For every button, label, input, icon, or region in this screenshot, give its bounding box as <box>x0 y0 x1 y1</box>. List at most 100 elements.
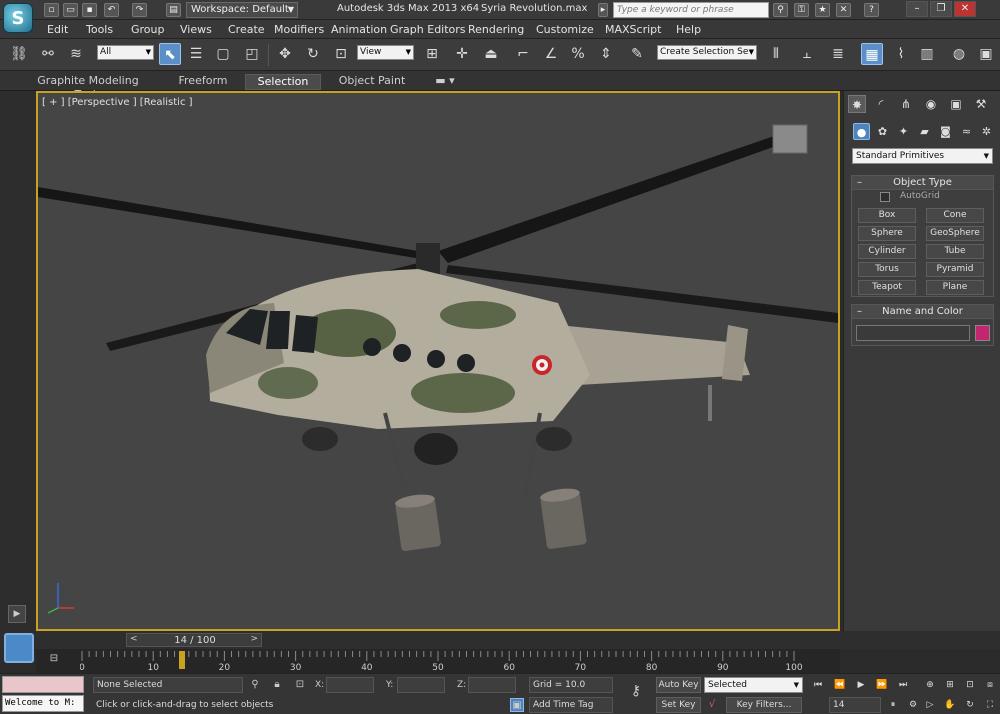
create-tab-icon[interactable]: ✸ <box>848 95 866 113</box>
object-name-field[interactable] <box>856 325 970 341</box>
key-mode-toggle-icon[interactable]: ⏸ <box>885 697 901 713</box>
binoculars-icon[interactable]: ⚲ <box>773 3 788 17</box>
zoom-icon[interactable]: ⊕ <box>922 677 938 693</box>
select-link-icon[interactable]: ⛓ <box>8 43 30 65</box>
curve-editor-icon[interactable]: ⌇ <box>890 43 912 65</box>
display-tab-icon[interactable]: ▣ <box>947 95 965 113</box>
zoom-extents-icon[interactable]: ⊡ <box>962 677 978 693</box>
cameras-icon[interactable]: ▰ <box>916 123 933 140</box>
menu-help[interactable]: Help <box>676 23 701 36</box>
y-coord-field[interactable] <box>397 677 445 693</box>
set-key-button[interactable]: Set Key <box>656 697 701 713</box>
object-type-header[interactable]: – Object Type <box>852 176 993 190</box>
teapot-button[interactable]: Teapot <box>858 280 916 295</box>
pivot-center-icon[interactable]: ⊞ <box>421 43 443 65</box>
menu-maxscript[interactable]: MAXScript <box>605 23 661 36</box>
redo-icon[interactable]: ↷ <box>132 3 147 17</box>
helpers-icon[interactable]: ◙ <box>937 123 954 140</box>
maxscript-listener-input[interactable] <box>2 676 84 693</box>
orbit-icon[interactable]: ↻ <box>962 697 978 713</box>
play-icon[interactable]: ▶ <box>853 677 869 693</box>
sphere-button[interactable]: Sphere <box>858 226 916 241</box>
systems-icon[interactable]: ✲ <box>978 123 995 140</box>
star-icon[interactable]: ★ <box>815 3 830 17</box>
select-by-name-icon[interactable]: ☰ <box>185 43 207 65</box>
perspective-viewport[interactable]: [ + ] [Perspective ] [Realistic ] <box>36 91 840 631</box>
lock-selection-icon[interactable]: 🔒︎ <box>270 678 284 692</box>
snaps-toggle-icon[interactable]: ⌐ <box>512 43 534 65</box>
box-button[interactable]: Box <box>858 208 916 223</box>
isolate-selection-icon[interactable]: ⚲ <box>248 678 262 692</box>
motion-tab-icon[interactable]: ◉ <box>922 95 940 113</box>
time-tag-icon[interactable]: ▣ <box>510 698 524 712</box>
info-icon[interactable]: ✕ <box>836 3 851 17</box>
go-to-end-icon[interactable]: ⏭ <box>895 677 911 693</box>
torus-button[interactable]: Torus <box>858 262 916 277</box>
plane-button[interactable]: Plane <box>926 280 984 295</box>
key-tangent-icon[interactable]: √ <box>705 698 719 712</box>
ribbon-options-icon[interactable]: ▬ ▾ <box>432 74 458 90</box>
window-crossing-icon[interactable]: ◰ <box>241 43 263 65</box>
edit-named-selection-icon[interactable]: ✎ <box>626 43 648 65</box>
tab-freeform[interactable]: Freeform <box>172 74 234 90</box>
rectangular-selection-icon[interactable]: ▢ <box>212 43 234 65</box>
reference-coord-dropdown[interactable]: View ▼ <box>357 45 414 60</box>
track-bar[interactable]: ⊟ 0 10 20 30 40 50 60 70 80 90 100 <box>36 649 840 673</box>
track-bar-menu-icon[interactable]: ⊟ <box>46 653 62 667</box>
render-setup-icon[interactable]: ▣ <box>975 43 997 65</box>
key-icon[interactable]: ⚿ <box>794 3 809 17</box>
space-warps-icon[interactable]: ≈ <box>958 123 975 140</box>
new-file-icon[interactable]: ▫ <box>44 3 59 17</box>
close-button[interactable]: ✕ <box>954 1 976 17</box>
tab-graphite-modeling-tools[interactable]: Graphite Modeling Tools <box>26 74 150 101</box>
spinner-snap-icon[interactable]: ⇕ <box>595 43 617 65</box>
menu-rendering[interactable]: Rendering <box>468 23 524 36</box>
time-configuration-icon[interactable]: ⚙ <box>905 697 921 713</box>
x-coord-field[interactable] <box>326 677 374 693</box>
workspace-dropdown[interactable]: Workspace: Default ▼ <box>186 2 298 18</box>
key-mode-dropdown[interactable]: Selected ▼ <box>704 677 803 693</box>
menu-animation[interactable]: Animation <box>331 23 387 36</box>
select-object-icon[interactable]: ⬉ <box>159 43 181 65</box>
maxscript-output[interactable]: Welcome to M: <box>2 695 84 712</box>
save-file-icon[interactable]: ▪ <box>82 3 97 17</box>
angle-snap-icon[interactable]: ∠ <box>540 43 562 65</box>
auto-key-button[interactable]: Auto Key <box>656 677 701 693</box>
schematic-view-icon[interactable]: ▥ <box>916 43 938 65</box>
hierarchy-tab-icon[interactable]: ⋔ <box>897 95 915 113</box>
restore-button[interactable]: ❐ <box>930 1 952 17</box>
rotate-icon[interactable]: ↻ <box>302 43 324 65</box>
select-manipulate-icon[interactable]: ✛ <box>451 43 473 65</box>
name-color-header[interactable]: – Name and Color <box>852 305 993 319</box>
go-to-start-icon[interactable]: ⏮ <box>810 677 826 693</box>
add-time-tag-button[interactable]: Add Time Tag <box>529 697 613 713</box>
tab-object-paint[interactable]: Object Paint <box>334 74 410 90</box>
search-expand-icon[interactable]: ▸ <box>598 3 608 17</box>
align-icon[interactable]: ⫠ <box>796 43 818 65</box>
menu-create[interactable]: Create <box>228 23 265 36</box>
transform-mode-icon[interactable]: ⊡ <box>293 678 307 692</box>
shapes-icon[interactable]: ✿ <box>874 123 891 140</box>
project-folder-icon[interactable]: ▤ <box>166 3 181 17</box>
tab-selection[interactable]: Selection <box>245 74 321 90</box>
cylinder-button[interactable]: Cylinder <box>858 244 916 259</box>
zoom-all-icon[interactable]: ⊞ <box>942 677 958 693</box>
keyboard-shortcut-icon[interactable]: ⏏ <box>480 43 502 65</box>
app-logo-icon[interactable]: S <box>3 3 33 33</box>
primitive-category-dropdown[interactable]: Standard Primitives ▼ <box>852 148 993 164</box>
set-key-icon[interactable]: ⚷ <box>624 684 648 698</box>
search-input[interactable]: Type a keyword or phrase <box>613 2 769 18</box>
graphite-toggle-icon[interactable]: ▦ <box>861 43 883 65</box>
geometry-icon[interactable]: ● <box>853 123 870 140</box>
named-selection-dropdown[interactable]: Create Selection Se ▼ <box>657 45 757 60</box>
helicopter-model[interactable] <box>38 93 838 629</box>
open-file-icon[interactable]: ▭ <box>63 3 78 17</box>
next-frame-icon[interactable]: ⏩ <box>874 677 890 693</box>
utilities-tab-icon[interactable]: ⚒ <box>972 95 990 113</box>
object-color-swatch[interactable] <box>975 325 990 341</box>
percent-snap-icon[interactable]: % <box>567 43 589 65</box>
cone-button[interactable]: Cone <box>926 208 984 223</box>
chevron-right-icon[interactable]: > <box>250 634 258 644</box>
help-icon[interactable]: ? <box>864 3 879 17</box>
time-slider[interactable]: < 14 / 100 > <box>126 633 262 647</box>
